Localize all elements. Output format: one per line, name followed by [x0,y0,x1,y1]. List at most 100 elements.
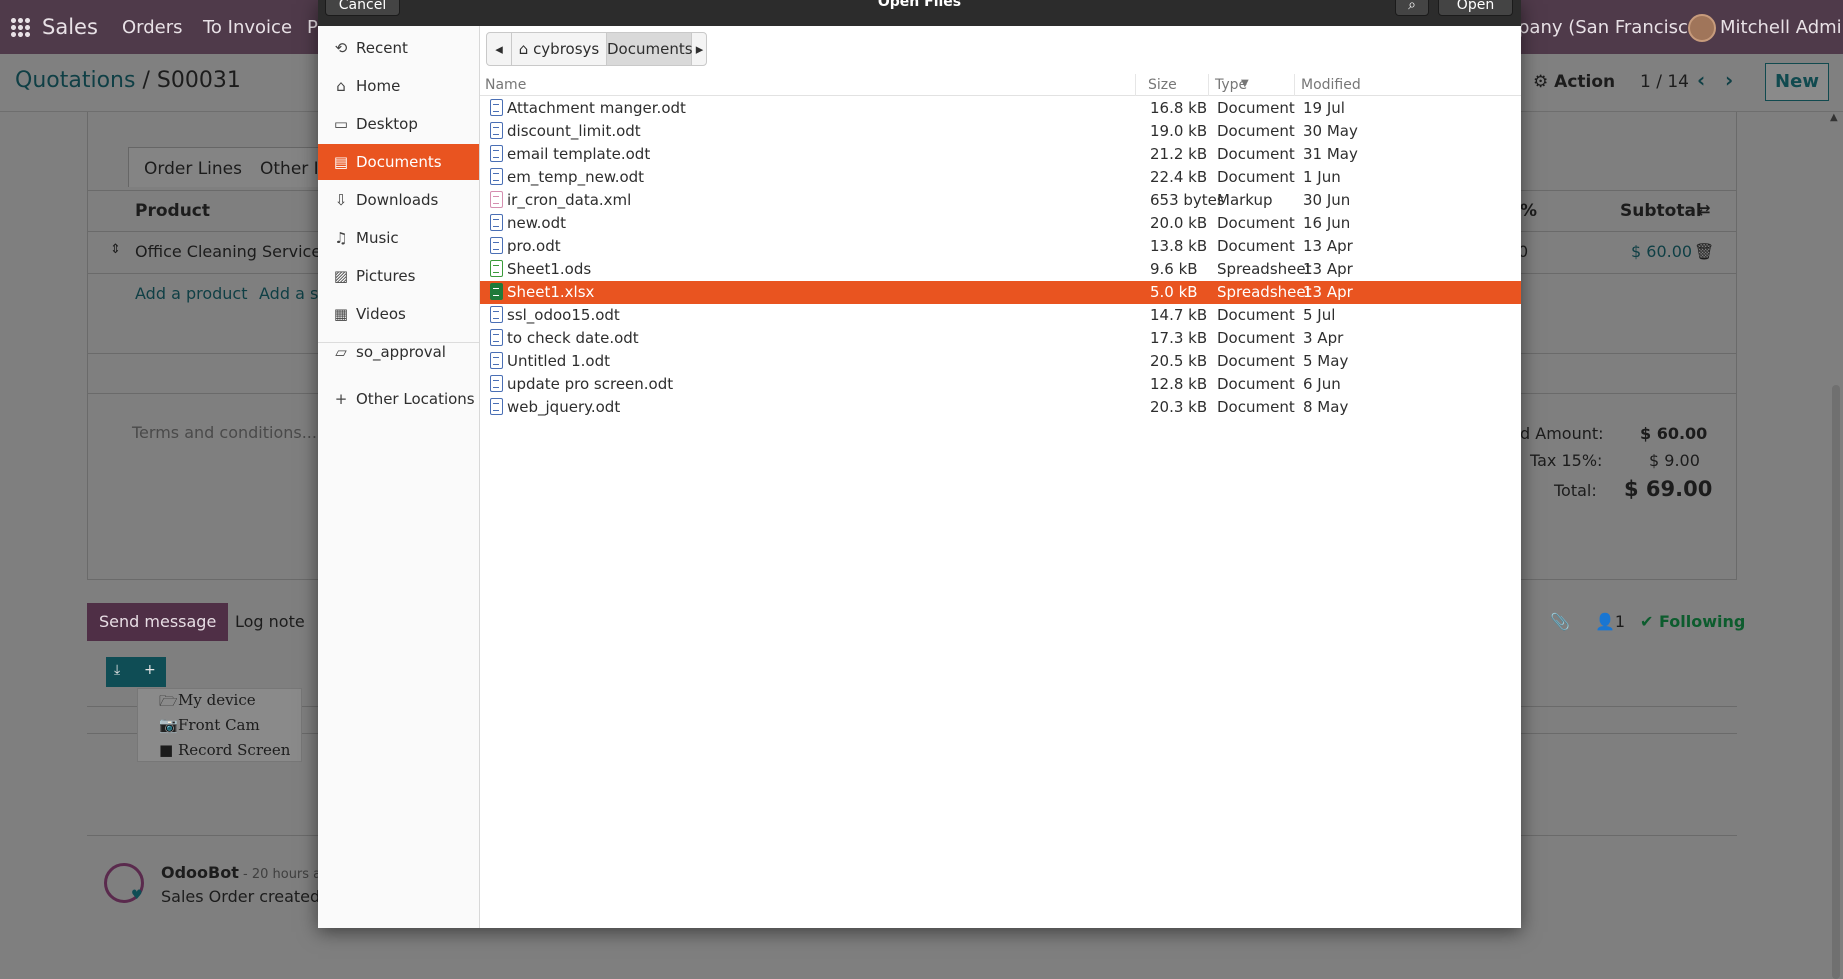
path-segment-documents[interactable]: Documents [607,33,693,65]
file-row[interactable]: new.odt 20.0 kB Document 16 Jun [480,212,1521,235]
menu-item-front-cam[interactable]: 📷 Front Cam [159,716,260,734]
file-row[interactable]: to check date.odt 17.3 kB Document 3 Apr [480,327,1521,350]
place-label: Pictures [356,267,416,285]
place-desktop[interactable]: ▭ Desktop [318,106,479,142]
app-name[interactable]: Sales [42,15,98,39]
file-row[interactable]: email template.odt 21.2 kB Document 31 May [480,143,1521,166]
column-divider[interactable] [1208,74,1209,96]
message-body: Sales Order created [161,887,321,906]
file-name: update pro screen.odt [507,375,674,393]
column-name[interactable]: Name [485,77,526,93]
new-button[interactable]: New [1765,63,1829,101]
column-subtotal[interactable]: Subtotal [1620,201,1702,221]
place-downloads[interactable]: ⇩ Downloads [318,182,479,218]
breadcrumb-separator: / [142,68,150,93]
pager-previous-icon[interactable]: ‹ [1697,68,1705,92]
column-divider[interactable] [1294,74,1295,96]
file-modified: 19 Jul [1303,99,1345,117]
user-avatar[interactable] [1688,14,1716,42]
file-row[interactable]: Untitled 1.odt 20.5 kB Document 5 May [480,350,1521,373]
file-size: 22.4 kB [1150,168,1208,186]
file-row[interactable]: ir_cron_data.xml 653 bytes Markup 30 Jun [480,189,1521,212]
column-modified[interactable]: Modified [1301,77,1361,93]
file-size: 12.8 kB [1150,375,1208,393]
column-size[interactable]: Size [1148,77,1177,93]
pager-value[interactable]: 1 / 14 [1640,72,1689,92]
file-row[interactable]: pro.odt 13.8 kB Document 13 Apr [480,235,1521,258]
breadcrumb-quotations[interactable]: Quotations [15,68,135,93]
file-size: 20.0 kB [1150,214,1208,232]
place-home[interactable]: ⌂ Home [318,68,479,104]
open-button[interactable]: Open [1438,0,1513,16]
place-music[interactable]: ♫ Music [318,220,479,256]
add-product-link[interactable]: Add a product [135,284,248,303]
page-scrollbar[interactable] [1832,385,1840,979]
column-product[interactable]: Product [135,201,210,221]
file-row[interactable]: web_jquery.odt 20.3 kB Document 8 May [480,396,1521,419]
path-segment-home[interactable]: ⌂ cybrosys [512,33,607,65]
attachment-icon[interactable]: 📎 [1550,612,1570,631]
plus-icon[interactable]: + [144,662,156,678]
column-type[interactable]: Type [1215,77,1247,93]
file-row[interactable]: Sheet1.ods 9.6 kB Spreadsheet 13 Apr [480,258,1521,281]
message-author[interactable]: OdooBot [161,863,239,882]
send-message-button[interactable]: Send message [87,603,229,641]
search-button[interactable]: ⌕ [1395,0,1429,16]
place-recent[interactable]: ⟲ Recent [318,30,479,66]
file-row[interactable]: Sheet1.xlsx 5.0 kB Spreadsheet 13 Apr [480,281,1521,304]
untaxed-amount-label: d Amount: [1520,424,1604,443]
file-size: 20.3 kB [1150,398,1208,416]
line-product[interactable]: Office Cleaning Service (S [135,242,343,261]
document-icon [490,375,503,392]
file-row[interactable]: ssl_odoo15.odt 14.7 kB Document 5 Jul [480,304,1521,327]
column-discount[interactable]: % [1520,201,1537,221]
dialog-header: Cancel Open Files ⌕ Open [318,0,1521,26]
file-row[interactable]: discount_limit.odt 19.0 kB Document 30 May [480,120,1521,143]
company-switcher[interactable]: pany (San Francisco) [1518,17,1706,38]
drag-handle-icon[interactable]: ⇕ [110,242,121,257]
file-type: Document [1217,168,1295,186]
place-so-approval[interactable]: ▱ so_approval [318,334,479,370]
place-other-locations[interactable]: + Other Locations [318,381,479,417]
place-pictures[interactable]: ▨ Pictures [318,258,479,294]
followers-number: 1 [1614,612,1626,631]
column-divider[interactable] [1135,74,1136,96]
scroll-up-icon[interactable]: ▲ [1830,112,1838,123]
optional-columns-icon[interactable]: ⇄ [1698,201,1711,219]
document-icon [490,145,503,162]
following-button[interactable]: ✔ Following [1640,612,1745,631]
log-note-button[interactable]: Log note [223,603,317,641]
apps-menu-icon[interactable] [10,17,30,37]
delete-line-icon[interactable]: 🗑 [1694,242,1714,261]
menu-to-invoice[interactable]: To Invoice [203,17,292,38]
menu-item-record-screen[interactable]: ■ Record Screen [159,741,290,759]
music-icon: ♫ [334,229,348,247]
followers-count[interactable]: 👤1 [1595,612,1625,631]
path-back-icon[interactable]: ◂ [487,33,512,65]
menu-item-my-device[interactable]: 🗁 My device [159,691,256,710]
place-documents[interactable]: ▤ Documents [318,144,479,180]
home-icon: ⌂ [518,40,529,58]
download-icon[interactable]: ⤓ [114,662,120,678]
file-type: Document [1217,145,1295,163]
file-row[interactable]: update pro screen.odt 12.8 kB Document 6 Ju… [480,373,1521,396]
menu-products[interactable]: P [307,17,318,38]
place-videos[interactable]: ▦ Videos [318,296,479,332]
file-modified: 30 Jun [1303,191,1351,209]
pager-next-icon[interactable]: › [1725,68,1733,92]
terms-and-conditions[interactable]: Terms and conditions... [132,423,317,442]
menu-orders[interactable]: Orders [122,17,183,38]
place-label: Home [356,77,401,95]
action-menu-button[interactable]: ⚙ Action [1533,72,1615,92]
file-size: 19.0 kB [1150,122,1208,140]
file-row[interactable]: Attachment manger.odt 16.8 kB Document 19 J… [480,97,1521,120]
tab-order-lines[interactable]: Order Lines [128,147,258,187]
file-type: Document [1217,352,1295,370]
folder-icon: ▱ [335,343,347,361]
user-menu[interactable]: Mitchell Admin [1720,17,1843,38]
path-forward-icon[interactable]: ▸ [692,33,707,65]
untaxed-amount-value: $ 60.00 [1640,424,1708,443]
spreadsheet-icon [490,260,503,277]
file-modified: 30 May [1303,122,1358,140]
file-row[interactable]: em_temp_new.odt 22.4 kB Document 1 Jun [480,166,1521,189]
